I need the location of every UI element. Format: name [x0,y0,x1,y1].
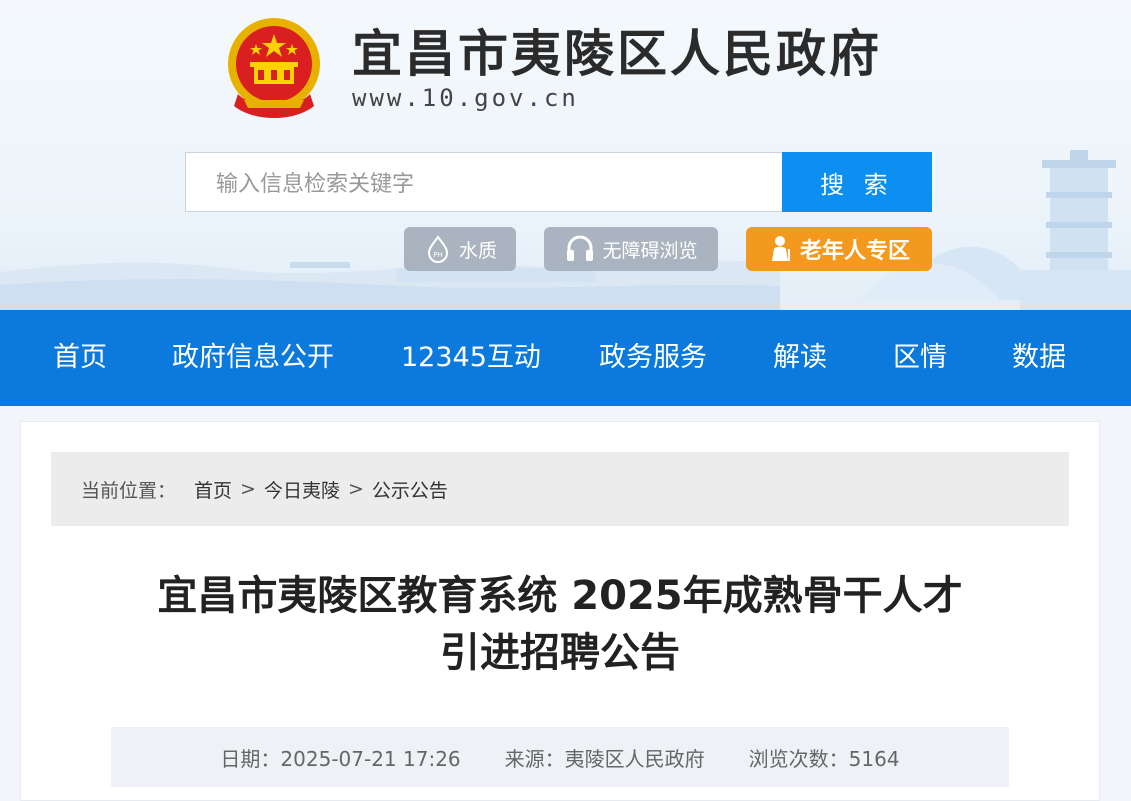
article-title-line-2: 引进招聘公告 [440,630,680,676]
article-title-line-1: 宜昌市夷陵区教育系统 2025年成熟骨干人才 [157,573,963,619]
elderly-zone-label: 老年人专区 [799,239,910,264]
nav-item-data[interactable]: 数据 [1012,310,1066,406]
breadcrumb: 当前位置： 首页 > 今日夷陵 > 公示公告 [51,452,1069,526]
national-emblem-icon [228,18,320,118]
article-date: 日期：2025-07-21 17:26 [220,746,461,771]
breadcrumb-today-yiling[interactable]: 今日夷陵 [264,476,340,503]
nav-item-gov-info[interactable]: 政府信息公开 [172,310,334,406]
accessibility-button[interactable]: 无障碍浏览 [544,227,718,271]
search-button[interactable]: 搜 索 [782,152,932,212]
nav-item-12345[interactable]: 12345互动 [401,310,541,406]
site-header: 宜昌市夷陵区人民政府 www.10.gov.cn 输入信息检索关键字 搜 索 P… [0,0,1131,310]
breadcrumb-separator: > [240,478,256,500]
water-drop-icon: PH [427,235,448,263]
site-url: www.10.gov.cn [352,84,579,112]
svg-text:PH: PH [433,251,443,259]
article-views: 浏览次数：5164 [748,746,900,771]
nav-item-home[interactable]: 首页 [53,310,107,406]
breadcrumb-home[interactable]: 首页 [194,476,232,503]
nav-item-district[interactable]: 区情 [893,310,947,406]
breadcrumb-announcements[interactable]: 公示公告 [372,476,448,503]
nav-item-interpretation[interactable]: 解读 [773,310,827,406]
elderly-person-icon [771,236,790,261]
breadcrumb-separator: > [347,478,364,500]
headphones-icon [567,235,594,261]
article-title: 宜昌市夷陵区教育系统 2025年成熟骨干人才 引进招聘公告 [100,568,1020,682]
water-quality-label: 水质 [458,239,497,262]
site-title: 宜昌市夷陵区人民政府 [352,24,882,83]
accessibility-label: 无障碍浏览 [602,239,698,262]
article-meta: 日期：2025-07-21 17:26 来源：夷陵区人民政府 浏览次数：5164 [111,727,1009,787]
breadcrumb-label: 当前位置： [81,479,177,502]
search-input[interactable]: 输入信息检索关键字 [185,152,783,212]
water-quality-button[interactable]: PH 水质 [404,227,516,271]
article-source: 来源：夷陵区人民政府 [504,746,705,771]
main-nav: 首页 政府信息公开 12345互动 政务服务 解读 区情 数据 [0,310,1131,406]
elderly-zone-button[interactable]: 老年人专区 [746,227,932,271]
nav-item-services[interactable]: 政务服务 [599,310,707,406]
